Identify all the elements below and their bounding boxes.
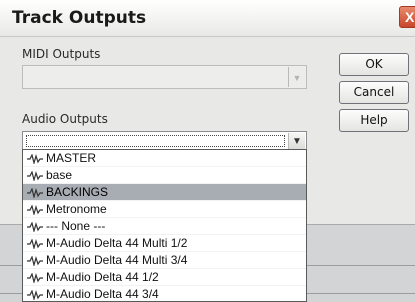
audio-outputs-select[interactable]: ▼: [22, 131, 307, 151]
cancel-button[interactable]: Cancel: [339, 81, 409, 104]
close-button[interactable]: X: [399, 6, 415, 28]
list-item[interactable]: --- None ---: [23, 218, 306, 235]
list-item[interactable]: M-Audio Delta 44 3/4: [23, 286, 306, 301]
list-item-label: M-Audio Delta 44 1/2: [46, 270, 159, 284]
list-item[interactable]: M-Audio Delta 44 Multi 3/4: [23, 252, 306, 269]
audio-outputs-label: Audio Outputs: [22, 112, 108, 126]
chevron-down-icon[interactable]: ▼: [288, 133, 305, 149]
list-item[interactable]: Metronome: [23, 201, 306, 218]
list-item[interactable]: MASTER: [23, 150, 306, 167]
audio-wave-icon: [27, 272, 43, 283]
audio-wave-icon: [27, 238, 43, 249]
list-item[interactable]: M-Audio Delta 44 1/2: [23, 269, 306, 286]
chevron-down-icon[interactable]: ▼: [288, 67, 305, 87]
dialog-title: Track Outputs: [12, 8, 147, 28]
list-item-label: M-Audio Delta 44 Multi 1/2: [46, 236, 188, 250]
audio-wave-icon: [27, 289, 43, 300]
audio-wave-icon: [27, 221, 43, 232]
help-button[interactable]: Help: [339, 109, 409, 132]
list-item-label: M-Audio Delta 44 3/4: [46, 287, 159, 301]
ok-button[interactable]: OK: [339, 53, 409, 76]
audio-wave-icon: [27, 170, 43, 181]
audio-wave-icon: [27, 187, 43, 198]
title-bar[interactable]: Track Outputs X: [0, 0, 415, 37]
close-icon: X: [405, 9, 415, 25]
midi-outputs-select[interactable]: ▼: [22, 65, 307, 89]
audio-wave-icon: [27, 255, 43, 266]
audio-wave-icon: [27, 204, 43, 215]
list-item-label: base: [46, 168, 73, 182]
track-outputs-dialog: Track Outputs X MIDI Outputs ▼ Audio Out…: [0, 0, 415, 302]
focus-rect: [26, 135, 285, 147]
list-item-label: M-Audio Delta 44 Multi 3/4: [46, 253, 188, 267]
list-item-label: --- None ---: [46, 219, 106, 233]
list-item[interactable]: base: [23, 167, 306, 184]
list-item-label: BACKINGS: [46, 185, 109, 199]
audio-outputs-dropdown-list[interactable]: MASTER base BACKINGS Metronome --- None --- M…: [22, 149, 307, 302]
midi-outputs-label: MIDI Outputs: [22, 47, 101, 61]
list-item-label: MASTER: [46, 151, 97, 165]
list-item[interactable]: BACKINGS: [23, 184, 306, 201]
audio-wave-icon: [27, 153, 43, 164]
list-item[interactable]: M-Audio Delta 44 Multi 1/2: [23, 235, 306, 252]
list-item-label: Metronome: [46, 202, 107, 216]
